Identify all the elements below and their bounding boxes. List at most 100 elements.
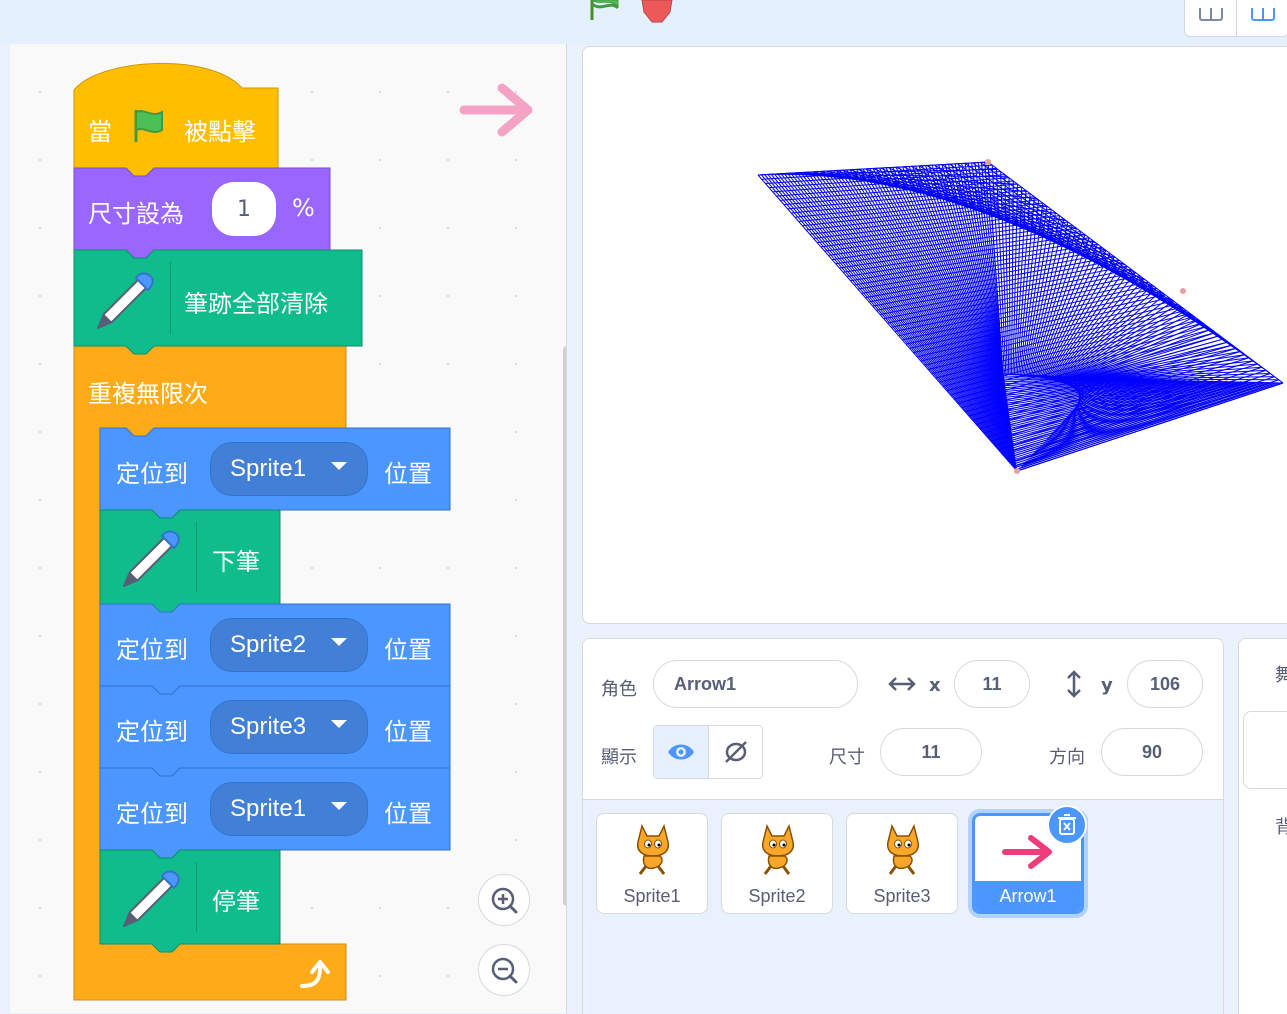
pen-icon (123, 870, 180, 927)
stage-size-toggle (1184, 0, 1287, 37)
backdrop-thumbnail[interactable] (1243, 711, 1287, 789)
pen-up-label: 停筆 (212, 888, 260, 916)
go-to-label: 定位到 (116, 460, 188, 488)
percent-sign: % (292, 194, 315, 222)
hat-when-label: 當 (88, 118, 112, 146)
eye-icon (668, 744, 694, 760)
green-flag-icon (134, 110, 163, 142)
go-to-label: 定位到 (116, 636, 188, 664)
cat-icon (761, 823, 795, 875)
hat-clicked-label: 被點擊 (184, 118, 256, 146)
delete-sprite-button[interactable] (1047, 805, 1087, 845)
chevron-down-icon (331, 802, 347, 810)
clear-pen-block[interactable]: 筆跡全部清除 (74, 250, 362, 346)
y-position-value: 106 (1149, 673, 1181, 694)
go-to-suffix: 位置 (384, 636, 432, 664)
go-to-target-value: Sprite1 (230, 795, 307, 822)
go-to-label: 定位到 (116, 718, 188, 746)
zoom-out-button[interactable] (478, 944, 530, 996)
sprite-tile-sprite1[interactable]: Sprite1 (596, 813, 708, 914)
x-label: x (929, 675, 941, 696)
when-flag-clicked-block[interactable]: 當 被點擊 (74, 88, 278, 168)
sprite-info-fields: 角色 Arrow1 x 11 y 106 顯示 尺寸 11 方向 90 (583, 639, 1223, 800)
loop-arrow-icon (300, 960, 330, 988)
go-to-target-dropdown[interactable]: Sprite1 (210, 442, 368, 496)
chevron-down-icon (331, 462, 347, 470)
sprite-tile-sprite3[interactable]: Sprite3 (846, 813, 958, 914)
go-to-target-dropdown[interactable]: Sprite1 (210, 782, 368, 836)
direction-input[interactable]: 90 (1101, 728, 1203, 776)
set-size-block[interactable]: 尺寸設為 1 % (74, 168, 330, 250)
go-to-sprite3-block[interactable]: 定位到 Sprite3 位置 (100, 686, 450, 768)
forever-block[interactable]: 重複無限次 (74, 346, 346, 428)
zoom-in-button[interactable] (478, 874, 530, 926)
size-percent-value: 1 (237, 196, 251, 222)
go-to-sprite1-again-block[interactable]: 定位到 Sprite1 位置 (100, 768, 450, 850)
size-percent-input[interactable]: 1 (212, 182, 276, 236)
show-hidden-button[interactable] (709, 726, 763, 778)
show-visible-button[interactable] (654, 726, 709, 778)
pen-down-label: 下筆 (212, 548, 260, 576)
code-area-scrollbar[interactable] (563, 346, 566, 906)
cat-icon (636, 823, 670, 875)
small-stage-button[interactable] (1199, 8, 1223, 22)
pen-icon (97, 272, 154, 329)
sprite-info-panel: 角色 Arrow1 x 11 y 106 顯示 尺寸 11 方向 90 Spri… (582, 638, 1224, 1014)
eye-hidden-icon (725, 741, 747, 763)
sprite-name-input[interactable]: Arrow1 (653, 660, 858, 708)
y-position-input[interactable]: 106 (1127, 660, 1203, 708)
pen-up-block[interactable]: 停筆 (100, 850, 280, 944)
zoom-in-icon (491, 887, 518, 914)
zoom-out-icon (491, 957, 518, 984)
cat-icon (886, 823, 920, 875)
chevron-down-icon (331, 638, 347, 646)
go-to-sprite2-block[interactable]: 定位到 Sprite2 位置 (100, 604, 450, 686)
x-position-value: 11 (982, 673, 1002, 694)
pen-icon (123, 530, 180, 587)
sprite-tile-name: Sprite1 (623, 886, 681, 906)
x-position-icon (888, 677, 916, 691)
show-toggle-group (653, 725, 763, 779)
stop-button[interactable] (640, 0, 674, 24)
y-label: y (1101, 675, 1113, 696)
green-flag-button[interactable] (588, 0, 622, 22)
stage-pen-drawing (757, 159, 1284, 474)
normal-stage-button[interactable] (1251, 8, 1275, 22)
go-to-suffix: 位置 (384, 460, 432, 488)
stage[interactable] (582, 46, 1287, 624)
direction-label: 方向 (1049, 747, 1085, 768)
go-to-target-value: Sprite2 (230, 631, 307, 658)
size-value: 11 (921, 741, 941, 762)
code-area[interactable]: 當 被點擊 尺寸設為 1 % 筆跡全部清除 重複無限次 定位到 Sprite1 (10, 44, 567, 1013)
size-label: 尺寸 (829, 747, 865, 768)
sprite-tile-name: Sprite3 (873, 886, 931, 906)
menu-bar (0, 0, 1287, 44)
go-to-suffix: 位置 (384, 718, 432, 746)
size-input[interactable]: 11 (880, 728, 982, 776)
y-position-icon (1067, 670, 1081, 698)
go-to-target-value: Sprite3 (230, 713, 307, 740)
go-to-target-dropdown[interactable]: Sprite3 (210, 700, 368, 754)
sprite-name-label: 角色 (601, 679, 637, 700)
trash-icon (1058, 814, 1076, 835)
sprite-tile-sprite2[interactable]: Sprite2 (721, 813, 833, 914)
go-to-sprite1-block[interactable]: 定位到 Sprite1 位置 (100, 428, 450, 510)
sprite-name-value: Arrow1 (674, 673, 737, 694)
stage-panel-title: 舞 (1275, 661, 1287, 687)
show-label: 顯示 (601, 747, 637, 768)
direction-value: 90 (1141, 741, 1163, 762)
go-to-suffix: 位置 (384, 800, 432, 828)
clear-label: 筆跡全部清除 (184, 290, 328, 318)
sprite-tile-name: Arrow1 (975, 881, 1081, 911)
set-size-label: 尺寸設為 (88, 200, 184, 228)
stage-backdrop-panel[interactable]: 舞 背 (1238, 638, 1287, 1014)
go-to-target-dropdown[interactable]: Sprite2 (210, 618, 368, 672)
x-position-input[interactable]: 11 (954, 660, 1030, 708)
sprite-tile-name: Sprite2 (748, 886, 806, 906)
go-to-target-value: Sprite1 (230, 455, 307, 482)
backdrop-count-label: 背 (1275, 813, 1287, 839)
chevron-down-icon (331, 720, 347, 728)
go-to-label: 定位到 (116, 800, 188, 828)
forever-label: 重複無限次 (88, 380, 208, 408)
pen-down-block[interactable]: 下筆 (100, 510, 280, 604)
